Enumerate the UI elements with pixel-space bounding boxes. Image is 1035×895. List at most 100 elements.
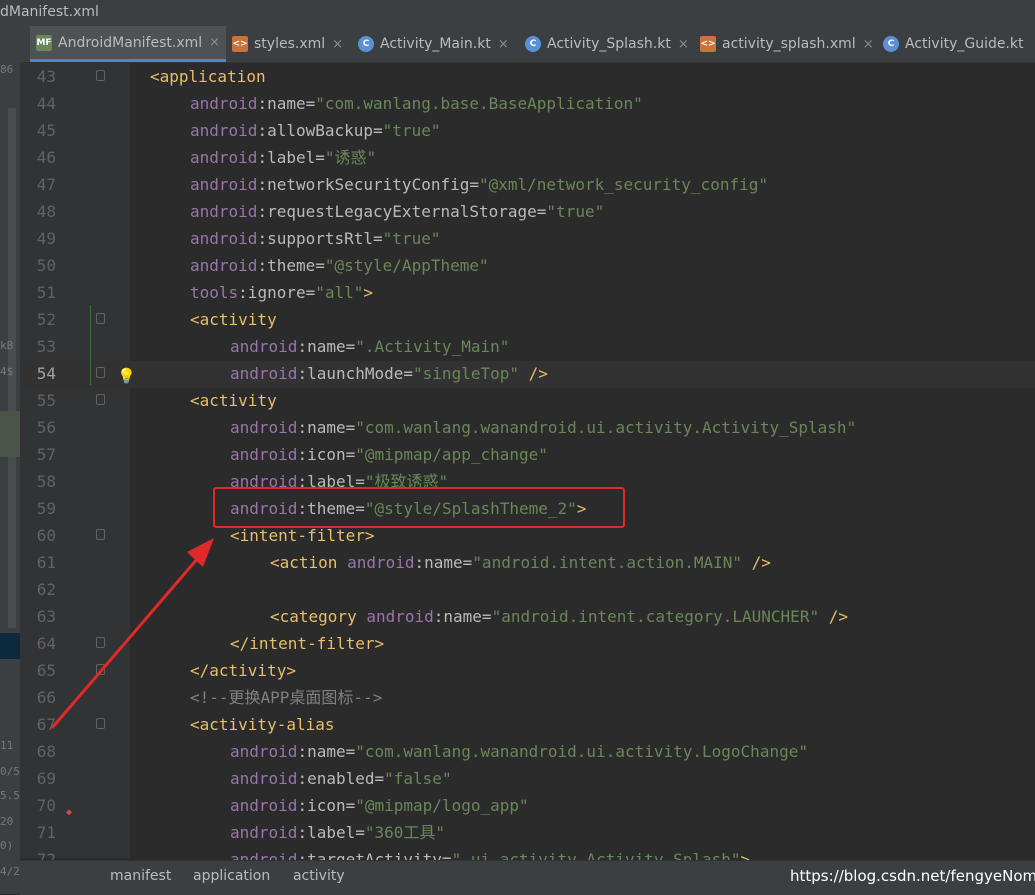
code-text[interactable]: <category android:name="android.intent.c… xyxy=(270,603,848,630)
close-icon[interactable]: × xyxy=(678,37,689,52)
code-text[interactable]: android:icon="@mipmap/logo_app" xyxy=(230,792,529,819)
tab-activity-guide-kt[interactable]: C Activity_Guide.kt xyxy=(883,26,1024,62)
close-icon[interactable]: × xyxy=(209,35,220,50)
code-line[interactable]: 65 </activity> xyxy=(0,657,1035,684)
line-number[interactable]: 62 xyxy=(20,576,56,603)
code-text[interactable]: <activity xyxy=(190,306,277,333)
tab-activity-splash-kt[interactable]: C Activity_Splash.kt × xyxy=(525,26,689,62)
code-text[interactable]: android:icon="@mipmap/app_change" xyxy=(230,441,548,468)
code-line[interactable]: 68 android:name="com.wanlang.wanandroid.u… xyxy=(0,738,1035,765)
code-line[interactable]: 44 android:name="com.wanlang.base.BaseApp… xyxy=(0,90,1035,117)
code-line[interactable]: 45 android:allowBackup="true" xyxy=(0,117,1035,144)
line-number[interactable]: 52 xyxy=(20,306,56,333)
fold-icon[interactable] xyxy=(96,718,105,729)
code-line[interactable]: 55 <activity xyxy=(0,387,1035,414)
code-line[interactable]: 57 android:icon="@mipmap/app_change" xyxy=(0,441,1035,468)
code-line[interactable]: 53 android:name=".Activity_Main" xyxy=(0,333,1035,360)
code-text[interactable]: <activity-alias xyxy=(190,711,335,738)
fold-icon[interactable] xyxy=(96,70,105,81)
code-line[interactable]: 67 <activity-alias xyxy=(0,711,1035,738)
breadcrumb-activity[interactable]: activity xyxy=(293,861,345,891)
code-text[interactable]: android:name=".Activity_Main" xyxy=(230,333,509,360)
line-number[interactable]: 49 xyxy=(20,225,56,252)
code-text[interactable]: android:name="com.wanlang.wanandroid.ui.… xyxy=(230,738,808,765)
tab-activity-splash-xml[interactable]: <> activity_splash.xml × xyxy=(700,26,874,62)
line-number[interactable]: 53 xyxy=(20,333,56,360)
code-text[interactable]: <application xyxy=(150,63,266,90)
code-text[interactable]: android:theme="@style/AppTheme" xyxy=(190,252,489,279)
code-text[interactable]: android:name="com.wanlang.base.BaseAppli… xyxy=(190,90,643,117)
close-icon[interactable]: × xyxy=(863,37,874,52)
fold-icon[interactable] xyxy=(96,394,105,405)
code-line[interactable]: 54 💡 android:launchMode="singleTop" /> xyxy=(0,360,1035,387)
code-text[interactable]: tools:ignore="all"> xyxy=(190,279,373,306)
code-line[interactable]: 43 <application xyxy=(0,63,1035,90)
line-number[interactable]: 54 xyxy=(20,360,56,387)
code-line[interactable]: 52 <activity xyxy=(0,306,1035,333)
line-number[interactable]: 43 xyxy=(20,63,56,90)
line-number[interactable]: 69 xyxy=(20,765,56,792)
code-line[interactable]: 49 android:supportsRtl="true" xyxy=(0,225,1035,252)
line-number[interactable]: 61 xyxy=(20,549,56,576)
line-number[interactable]: 51 xyxy=(20,279,56,306)
code-line[interactable]: 50 android:theme="@style/AppTheme" xyxy=(0,252,1035,279)
line-number[interactable]: 55 xyxy=(20,387,56,414)
code-text[interactable]: <activity xyxy=(190,387,277,414)
code-text[interactable]: android:enabled="false" xyxy=(230,765,452,792)
code-text[interactable]: android:label="诱惑" xyxy=(190,144,376,171)
line-number[interactable]: 46 xyxy=(20,144,56,171)
close-icon[interactable]: × xyxy=(498,37,509,52)
fold-icon[interactable] xyxy=(96,664,105,675)
line-number[interactable]: 45 xyxy=(20,117,56,144)
code-text[interactable]: <!--更换APP桌面图标--> xyxy=(190,684,382,711)
code-text[interactable]: android:name="com.wanlang.wanandroid.ui.… xyxy=(230,414,856,441)
code-text[interactable]: <action android:name="android.intent.act… xyxy=(270,549,771,576)
code-text[interactable]: </activity> xyxy=(190,657,296,684)
line-number[interactable]: 56 xyxy=(20,414,56,441)
fold-icon[interactable] xyxy=(96,367,105,378)
breadcrumb-manifest[interactable]: manifest xyxy=(110,861,171,891)
code-line[interactable]: 61 <action android:name="android.intent.a… xyxy=(0,549,1035,576)
code-text[interactable]: android:requestLegacyExternalStorage="tr… xyxy=(190,198,604,225)
line-number[interactable]: 47 xyxy=(20,171,56,198)
code-text[interactable]: android:label="360工具" xyxy=(230,819,445,846)
code-line[interactable]: 63 <category android:name="android.intent… xyxy=(0,603,1035,630)
code-line[interactable]: 56 android:name="com.wanlang.wanandroid.u… xyxy=(0,414,1035,441)
code-line[interactable]: 69 android:enabled="false" xyxy=(0,765,1035,792)
code-line[interactable]: 48 android:requestLegacyExternalStorage="… xyxy=(0,198,1035,225)
code-line[interactable]: 70 ◆ android:icon="@mipmap/logo_app" xyxy=(0,792,1035,819)
line-number[interactable]: 48 xyxy=(20,198,56,225)
line-number[interactable]: 60 xyxy=(20,522,56,549)
code-line[interactable]: 62 xyxy=(0,576,1035,603)
code-line[interactable]: 46 android:label="诱惑" xyxy=(0,144,1035,171)
code-line[interactable]: 71 android:label="360工具" xyxy=(0,819,1035,846)
code-text[interactable]: android:supportsRtl="true" xyxy=(190,225,440,252)
line-number[interactable]: 67 xyxy=(20,711,56,738)
line-number[interactable]: 63 xyxy=(20,603,56,630)
fold-icon[interactable] xyxy=(96,637,105,648)
code-text[interactable]: android:launchMode="singleTop" /> xyxy=(230,360,548,387)
line-number[interactable]: 58 xyxy=(20,468,56,495)
tab-styles-xml[interactable]: <> styles.xml × xyxy=(232,26,343,62)
line-number[interactable]: 59 xyxy=(20,495,56,522)
code-text[interactable]: android:networkSecurityConfig="@xml/netw… xyxy=(190,171,768,198)
line-number[interactable]: 44 xyxy=(20,90,56,117)
code-text[interactable]: android:allowBackup="true" xyxy=(190,117,440,144)
line-number[interactable]: 70 xyxy=(20,792,56,819)
line-number[interactable]: 57 xyxy=(20,441,56,468)
fold-icon[interactable] xyxy=(96,529,105,540)
line-number[interactable]: 50 xyxy=(20,252,56,279)
lightbulb-icon[interactable]: 💡 xyxy=(117,363,136,390)
close-icon[interactable]: × xyxy=(332,37,343,52)
code-line[interactable]: 66 <!--更换APP桌面图标--> xyxy=(0,684,1035,711)
line-number[interactable]: 66 xyxy=(20,684,56,711)
tab-androidmanifest-xml[interactable]: MF AndroidManifest.xml × xyxy=(30,26,227,62)
tab-activity-main-kt[interactable]: C Activity_Main.kt × xyxy=(358,26,509,62)
line-number[interactable]: 65 xyxy=(20,657,56,684)
line-number[interactable]: 68 xyxy=(20,738,56,765)
code-line[interactable]: 64 </intent-filter> xyxy=(0,630,1035,657)
line-number[interactable]: 64 xyxy=(20,630,56,657)
breadcrumb-application[interactable]: application xyxy=(193,861,270,891)
code-line[interactable]: 47 android:networkSecurityConfig="@xml/ne… xyxy=(0,171,1035,198)
fold-icon[interactable] xyxy=(96,313,105,324)
